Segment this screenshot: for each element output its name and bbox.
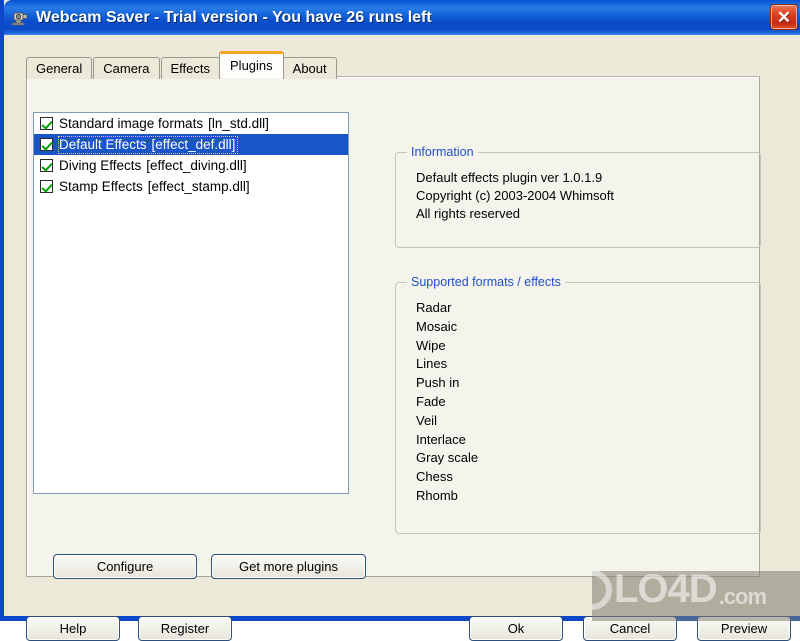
list-item-text: Default Effects [effect_def.dll]: [57, 135, 239, 154]
supported-formats-group: Supported formats / effects Radar Mosaic…: [395, 275, 761, 534]
information-group-title: Information: [407, 145, 478, 159]
register-button[interactable]: Register: [138, 616, 232, 641]
plugin-name: Default Effects: [59, 136, 147, 152]
webcam-icon: [10, 9, 30, 27]
close-glyph: ✕: [776, 7, 792, 27]
get-more-plugins-button[interactable]: Get more plugins: [211, 554, 366, 579]
tab-camera[interactable]: Camera: [93, 57, 160, 79]
plugin-file: [effect_stamp.dll]: [147, 178, 250, 194]
supported-item: Veil: [416, 412, 437, 428]
list-item[interactable]: Diving Effects [effect_diving.dll]: [34, 155, 348, 176]
list-item-text: Standard image formats [ln_std.dll]: [59, 116, 269, 132]
information-line: Default effects plugin ver 1.0.1.9: [416, 170, 603, 185]
supported-item: Interlace: [416, 431, 466, 447]
supported-item: Push in: [416, 375, 460, 391]
help-button[interactable]: Help: [26, 616, 120, 641]
supported-item: Radar: [416, 300, 452, 315]
supported-item: Gray scale: [416, 450, 479, 466]
tab-general[interactable]: General: [26, 57, 93, 79]
plugin-file: [effect_def.dll]: [151, 136, 236, 152]
information-line: Copyright (c) 2003-2004 Whimsoft: [416, 188, 614, 203]
application-window: Webcam Saver - Trial version - You have …: [0, 0, 800, 641]
supported-item: Wipe: [416, 337, 446, 353]
plugin-file: [effect_diving.dll]: [146, 157, 247, 173]
supported-item: Chess: [416, 469, 453, 485]
information-body: Default effects plugin ver 1.0.1.9 Copyr…: [416, 169, 752, 223]
window-title: Webcam Saver - Trial version - You have …: [36, 8, 432, 26]
ok-button[interactable]: Ok: [469, 616, 563, 641]
supported-formats-group-title: Supported formats / effects: [407, 275, 565, 289]
plugin-name: Standard image formats: [59, 115, 204, 131]
list-item[interactable]: Stamp Effects [effect_stamp.dll]: [34, 176, 348, 197]
cancel-button[interactable]: Cancel: [583, 616, 677, 641]
information-group: Information Default effects plugin ver 1…: [395, 145, 761, 248]
list-item-text: Stamp Effects [effect_stamp.dll]: [59, 179, 250, 195]
preview-button[interactable]: Preview: [697, 616, 791, 641]
checkbox-checked-icon[interactable]: [40, 180, 53, 193]
plugin-name: Stamp Effects: [59, 178, 143, 194]
client-area: General Camera Effects Plugins About Sta…: [8, 35, 800, 641]
list-item[interactable]: Default Effects [effect_def.dll]: [34, 134, 348, 155]
tab-about[interactable]: About: [282, 57, 337, 79]
tab-plugins[interactable]: Plugins: [219, 51, 284, 77]
list-item-text: Diving Effects [effect_diving.dll]: [59, 158, 247, 174]
checkbox-checked-icon[interactable]: [40, 159, 53, 172]
list-item[interactable]: Standard image formats [ln_std.dll]: [34, 113, 348, 134]
supported-item: Lines: [416, 356, 448, 372]
title-bar: Webcam Saver - Trial version - You have …: [4, 0, 800, 35]
plugin-file: [ln_std.dll]: [208, 115, 269, 131]
close-icon[interactable]: ✕: [770, 4, 798, 30]
supported-formats-body: Radar Mosaic Wipe Lines Push in Fade Vei…: [416, 299, 752, 506]
information-line: All rights reserved: [416, 206, 521, 221]
plugin-name: Diving Effects: [59, 157, 142, 173]
supported-item: Mosaic: [416, 318, 458, 334]
supported-item: Rhomb: [416, 487, 458, 503]
checkbox-checked-icon[interactable]: [40, 138, 53, 151]
tab-effects[interactable]: Effects: [160, 57, 221, 79]
plugin-list[interactable]: Standard image formats [ln_std.dll] Defa…: [33, 112, 349, 494]
tab-strip: General Camera Effects Plugins About: [26, 51, 338, 79]
configure-button[interactable]: Configure: [53, 554, 197, 579]
supported-item: Fade: [416, 393, 446, 409]
checkbox-checked-icon[interactable]: [40, 117, 53, 130]
